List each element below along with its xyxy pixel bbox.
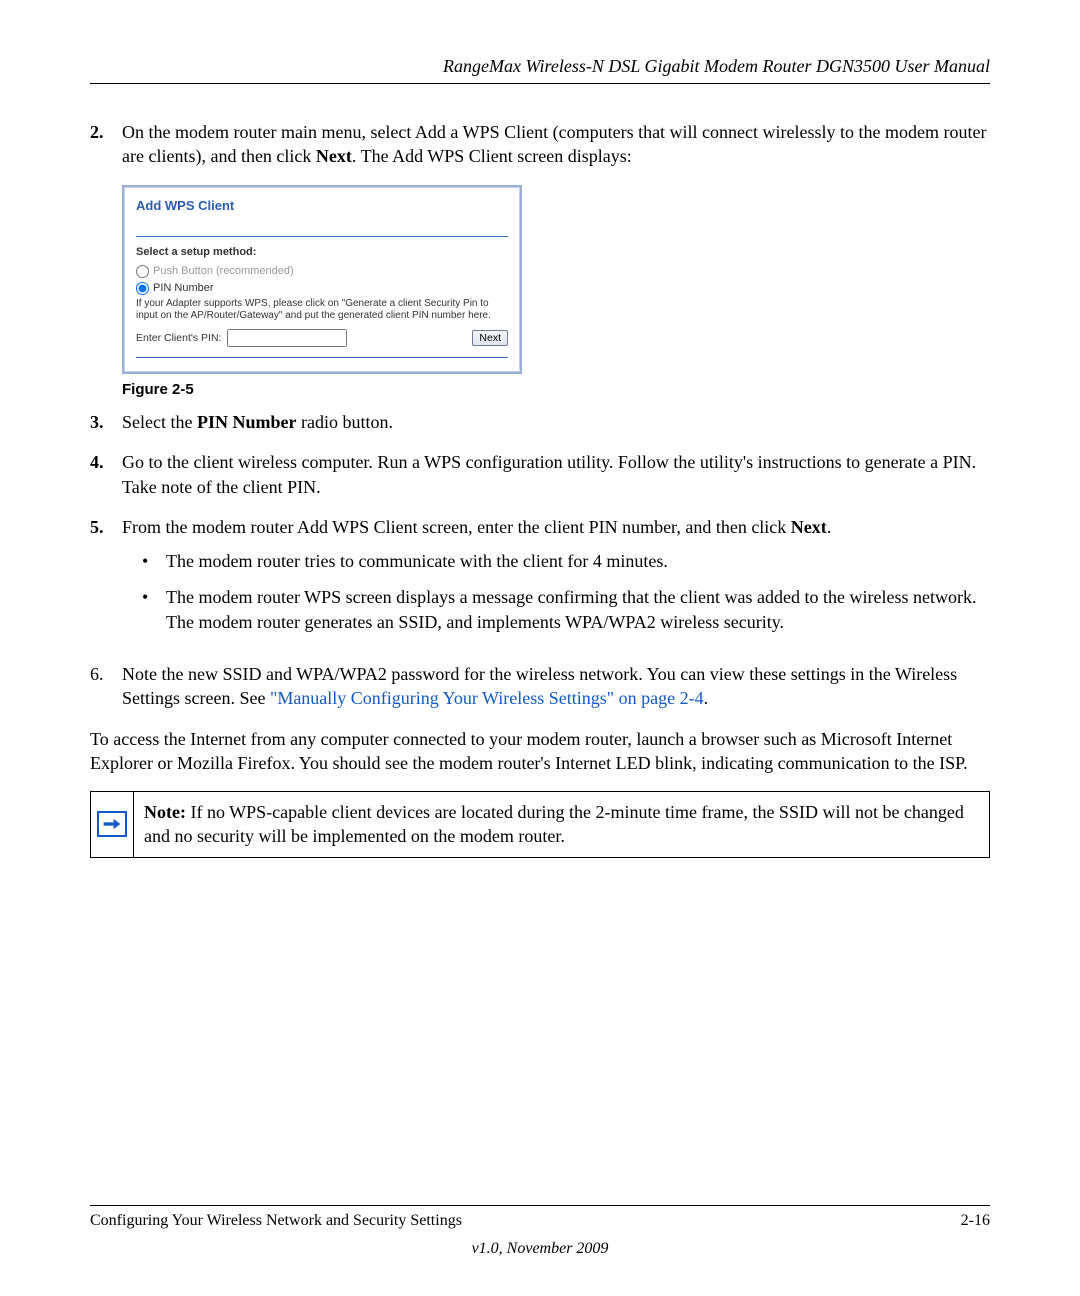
bullet-text: The modem router tries to communicate wi…	[166, 549, 668, 573]
step-text-tail: .	[704, 688, 709, 708]
footer-rule	[90, 1205, 990, 1206]
footer-version: v1.0, November 2009	[90, 1240, 990, 1258]
figure-caption: Figure 2-5	[122, 380, 990, 400]
cross-ref-link[interactable]: "Manually Configuring Your Wireless Sett…	[270, 688, 704, 708]
step-number: 5.	[90, 515, 122, 646]
step-text-tail: .	[827, 517, 832, 537]
step-text: Go to the client wireless computer. Run …	[122, 450, 990, 499]
step-3: 3. Select the PIN Number radio button.	[90, 410, 990, 434]
step-text: From the modem router Add WPS Client scr…	[122, 517, 791, 537]
next-button[interactable]: Next	[472, 330, 508, 346]
footer-chapter: Configuring Your Wireless Network and Se…	[90, 1212, 462, 1230]
step-text-tail: . The Add WPS Client screen displays:	[352, 146, 632, 166]
step-number: 3.	[90, 410, 122, 434]
radio-pin-input[interactable]	[136, 282, 149, 295]
next-keyword: Next	[316, 146, 352, 166]
footer-page-number: 2-16	[961, 1212, 990, 1230]
radio-pin-number[interactable]: PIN Number	[136, 281, 508, 296]
radio-pin-label: PIN Number	[153, 281, 214, 296]
next-keyword: Next	[791, 517, 827, 537]
step-5: 5. From the modem router Add WPS Client …	[90, 515, 990, 646]
step-4: 4. Go to the client wireless computer. R…	[90, 450, 990, 499]
step-number: 6.	[90, 662, 122, 711]
note-text: If no WPS-capable client devices are loc…	[144, 802, 964, 846]
radio-push-button[interactable]: Push Button (recommended)	[136, 264, 508, 279]
pin-keyword: PIN Number	[197, 412, 297, 432]
note-label: Note:	[144, 802, 186, 822]
page-header-title: RangeMax Wireless-N DSL Gigabit Modem Ro…	[90, 56, 990, 77]
body-content: 2. On the modem router main menu, select…	[90, 120, 990, 858]
wps-select-label: Select a setup method:	[136, 245, 508, 260]
step-text-tail: radio button.	[296, 412, 393, 432]
note-box: Note: If no WPS-capable client devices a…	[90, 791, 990, 858]
wps-title: Add WPS Client	[136, 197, 508, 215]
step-text: Select the	[122, 412, 197, 432]
radio-push-label: Push Button (recommended)	[153, 264, 294, 279]
arrow-right-icon	[97, 811, 127, 837]
step-number: 4.	[90, 450, 122, 499]
step-2: 2. On the modem router main menu, select…	[90, 120, 990, 169]
header-rule	[90, 83, 990, 84]
wps-screenshot: Add WPS Client Select a setup method: Pu…	[122, 185, 522, 374]
step-6: 6. Note the new SSID and WPA/WPA2 passwo…	[90, 662, 990, 711]
bullet-1: The modem router tries to communicate wi…	[142, 549, 990, 573]
page-footer: Configuring Your Wireless Network and Se…	[90, 1205, 990, 1258]
access-paragraph: To access the Internet from any computer…	[90, 727, 990, 776]
wps-hint: If your Adapter supports WPS, please cli…	[136, 298, 508, 323]
pin-label: Enter Client's PIN:	[136, 331, 221, 345]
pin-input[interactable]	[227, 329, 347, 347]
radio-push-input[interactable]	[136, 265, 149, 278]
step-number: 2.	[90, 120, 122, 169]
bullet-text: The modem router WPS screen displays a m…	[166, 585, 990, 634]
bullet-2: The modem router WPS screen displays a m…	[142, 585, 990, 634]
